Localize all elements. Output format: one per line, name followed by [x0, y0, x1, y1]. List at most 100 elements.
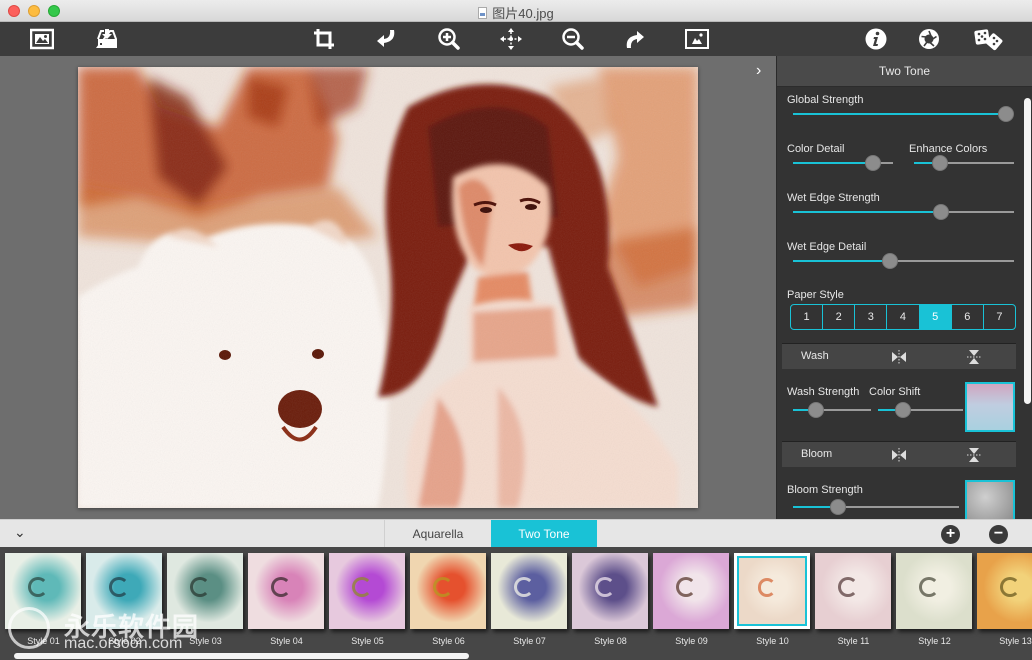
style-thumbnail[interactable]: [734, 553, 810, 629]
flip-vertical-icon[interactable]: [966, 349, 982, 365]
wash-strength-label: Wash Strength: [787, 386, 860, 398]
random-button[interactable]: [972, 25, 1006, 53]
color-detail-slider[interactable]: [793, 155, 893, 171]
style-thumbnail[interactable]: [653, 553, 729, 629]
paper-style-option[interactable]: 7: [984, 305, 1015, 329]
wash-texture-swatch[interactable]: [965, 382, 1015, 432]
move-arrows-icon: [500, 28, 522, 50]
style-category-bar: ⌄ Aquarella Two Tone + −: [0, 519, 1032, 548]
slider-knob[interactable]: [865, 155, 881, 171]
thumbnail-detail: [108, 577, 129, 598]
style-thumbnail-label: Style 01: [27, 636, 60, 646]
style-thumbnail[interactable]: [410, 553, 486, 629]
wash-section-label: Wash: [801, 350, 829, 362]
save-button[interactable]: [92, 25, 122, 53]
pan-button[interactable]: [496, 25, 526, 53]
thumbnail-detail: [513, 577, 534, 598]
paper-style-option[interactable]: 1: [791, 305, 824, 329]
collapse-styles-chevron-icon[interactable]: ⌄: [14, 524, 26, 541]
download-tray-icon: [96, 29, 117, 48]
style-thumbnail[interactable]: [896, 553, 972, 629]
wet-edge-strength-label: Wet Edge Strength: [787, 192, 880, 204]
wet-edge-strength-slider[interactable]: [793, 204, 1014, 220]
style-thumbnail[interactable]: [491, 553, 567, 629]
style-thumbnail[interactable]: [977, 553, 1032, 629]
bloom-section-header: Bloom: [782, 441, 1016, 467]
thumbnail-detail: [918, 577, 939, 598]
wet-edge-detail-label: Wet Edge Detail: [787, 241, 867, 253]
paper-style-option[interactable]: 4: [887, 305, 920, 329]
bloom-texture-swatch[interactable]: [965, 480, 1015, 520]
paper-style-option[interactable]: 5: [919, 305, 952, 329]
window-titlebar: 图片40.jpg: [0, 0, 1032, 22]
thumbnail-detail: [432, 577, 453, 598]
zoom-in-button[interactable]: [434, 25, 464, 53]
style-thumbnail[interactable]: [572, 553, 648, 629]
paper-style-option[interactable]: 2: [823, 305, 856, 329]
style-thumbnail[interactable]: [815, 553, 891, 629]
document-icon: [478, 7, 488, 19]
style-thumbnail-strip: Style 01 Style 02 Style 03 Style 04 Style 05…: [0, 547, 1032, 660]
compare-button[interactable]: [682, 25, 712, 53]
zoom-out-icon: [562, 28, 584, 50]
crop-icon: [314, 29, 334, 49]
slider-knob[interactable]: [997, 106, 1014, 122]
bloom-strength-slider[interactable]: [793, 499, 959, 515]
paper-style-option[interactable]: 3: [855, 305, 888, 329]
undo-button[interactable]: [371, 25, 401, 53]
window-title-text: 图片40.jpg: [492, 6, 554, 21]
flip-horizontal-icon[interactable]: [891, 349, 907, 365]
thumbnail-detail: [837, 577, 858, 598]
style-thumbnail[interactable]: [86, 553, 162, 629]
collapse-panel-chevron-icon[interactable]: ›: [756, 62, 761, 80]
panel-scrollbar[interactable]: [1024, 98, 1031, 404]
enhance-colors-label: Enhance Colors: [909, 143, 988, 155]
style-thumbnail[interactable]: [5, 553, 81, 629]
tab-aquarella[interactable]: Aquarella: [384, 520, 491, 548]
bloom-section-label: Bloom: [801, 448, 833, 460]
slider-knob[interactable]: [932, 155, 948, 171]
add-style-button[interactable]: +: [941, 525, 960, 544]
wet-edge-detail-slider[interactable]: [793, 253, 1014, 269]
wash-section-header: Wash: [782, 343, 1016, 369]
style-thumbnail-label: Style 13: [999, 636, 1032, 646]
enhance-colors-slider[interactable]: [914, 155, 1014, 171]
style-thumbnail-label: Style 12: [918, 636, 951, 646]
remove-style-button[interactable]: −: [989, 525, 1008, 544]
style-thumbnail[interactable]: [167, 553, 243, 629]
wash-strength-slider[interactable]: [793, 402, 871, 418]
paper-style-label: Paper Style: [787, 289, 844, 301]
preview-image[interactable]: [78, 67, 698, 508]
style-thumbnail[interactable]: [248, 553, 324, 629]
style-thumbnail[interactable]: [329, 553, 405, 629]
tab-two-tone[interactable]: Two Tone: [491, 520, 597, 548]
image-frame-icon: [685, 29, 709, 49]
paper-style-option[interactable]: 6: [952, 305, 984, 329]
slider-knob[interactable]: [933, 204, 950, 220]
info-button[interactable]: [861, 25, 891, 53]
global-strength-slider[interactable]: [793, 106, 1014, 122]
flip-horizontal-icon[interactable]: [891, 447, 907, 463]
style-thumbnail-label: Style 03: [189, 636, 222, 646]
slider-knob[interactable]: [894, 402, 911, 418]
flip-vertical-icon[interactable]: [966, 447, 982, 463]
thumbnail-detail: [594, 577, 615, 598]
style-thumbnail-label: Style 09: [675, 636, 708, 646]
thumbnail-detail: [351, 577, 372, 598]
slider-knob[interactable]: [808, 402, 825, 418]
slider-knob[interactable]: [829, 499, 846, 515]
style-thumbnail-label: Style 07: [513, 636, 546, 646]
dice-icon: [974, 29, 1003, 51]
open-image-button[interactable]: [27, 25, 57, 53]
crop-button[interactable]: [309, 25, 339, 53]
zoom-out-button[interactable]: [558, 25, 588, 53]
style-thumbnail-label: Style 10: [756, 636, 789, 646]
style-thumbnail-label: Style 05: [351, 636, 384, 646]
color-shift-slider[interactable]: [878, 402, 963, 418]
info-icon: [865, 28, 887, 50]
global-strength-label: Global Strength: [787, 94, 864, 106]
redo-button[interactable]: [620, 25, 650, 53]
slider-knob[interactable]: [882, 253, 899, 269]
strip-scrollbar[interactable]: [14, 653, 469, 659]
settings-button[interactable]: [914, 25, 944, 53]
